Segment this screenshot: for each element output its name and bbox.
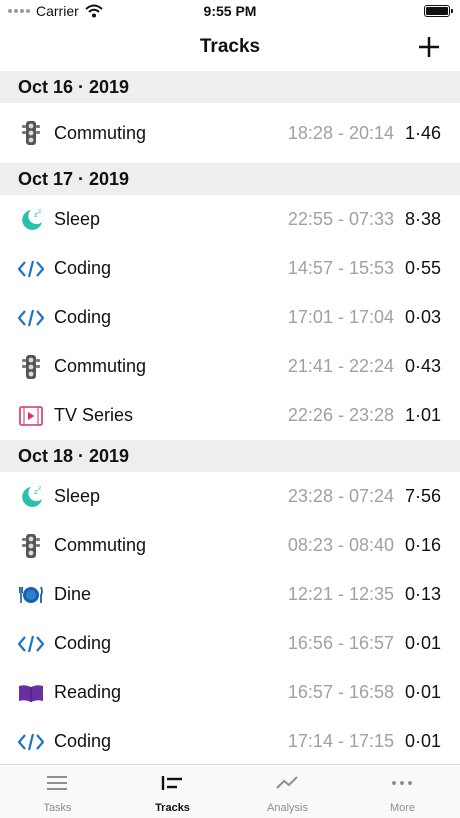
track-row[interactable]: Coding 17:01 - 17:04 0·03 (0, 293, 460, 342)
traffic-light-icon (18, 354, 44, 380)
track-row[interactable]: Coding 14:57 - 15:53 0·55 (0, 244, 460, 293)
tab-bar: Tasks Tracks Analysis More (0, 764, 460, 818)
time-range: 17:14 - 17:15 (287, 731, 394, 751)
battery-icon (424, 5, 453, 17)
time-range: 22:55 - 07:33 (287, 209, 394, 229)
code-icon (18, 305, 44, 331)
tab-label: Analysis (267, 802, 308, 814)
task-name: Sleep (54, 209, 101, 229)
duration: 0·13 (404, 584, 441, 604)
sleep-moon-icon: zz (18, 484, 44, 510)
time-range: 21:41 - 22:24 (287, 356, 394, 376)
duration: 0·01 (404, 633, 441, 653)
task-name: Coding (54, 307, 112, 327)
time-range: 12:21 - 12:35 (287, 584, 394, 604)
section-header-date: Oct 16 · 2019 (0, 71, 460, 103)
tab-more[interactable]: More (345, 765, 460, 818)
task-name: Coding (54, 258, 112, 278)
track-row[interactable]: Dine 12:21 - 12:35 0·13 (0, 570, 460, 619)
navigation-bar: Tracks (0, 24, 460, 71)
duration: 0·55 (404, 258, 441, 278)
tab-label: Tracks (155, 802, 190, 814)
time-range: 14:57 - 15:53 (287, 258, 394, 278)
tab-tasks[interactable]: Tasks (0, 765, 115, 818)
tab-label: Tasks (43, 802, 72, 814)
time-range: 16:56 - 16:57 (287, 633, 394, 653)
tab-tracks[interactable]: Tracks (115, 765, 230, 818)
time-range: 17:01 - 17:04 (287, 307, 394, 327)
task-name: Coding (54, 633, 112, 653)
duration: 0·01 (404, 731, 441, 751)
code-icon (18, 631, 44, 657)
track-row[interactable]: Commuting 18:28 - 20:14 1·46 (0, 103, 460, 163)
track-row[interactable]: z z Sleep 23:28 - 07:24 7·56 (0, 472, 460, 521)
time-range: 08:23 - 08:40 (287, 535, 394, 555)
task-name: TV Series (54, 405, 134, 425)
duration: 7·56 (404, 486, 441, 506)
time-range: 18:28 - 20:14 (287, 122, 394, 143)
trend-line-icon (275, 773, 301, 797)
ellipsis-icon (390, 773, 416, 797)
add-track-button[interactable] (414, 32, 444, 62)
duration: 1·46 (404, 122, 441, 143)
sleep-moon-icon: zz (18, 207, 44, 233)
track-row[interactable]: Coding 17:14 - 17:15 0·01 (0, 717, 460, 766)
track-row[interactable]: TV Series 22:26 - 23:28 1·01 (0, 391, 460, 440)
time-range: 16:57 - 16:58 (287, 682, 394, 702)
duration: 1·01 (404, 405, 441, 425)
task-name: Reading (54, 682, 122, 702)
duration: 0·03 (404, 307, 441, 327)
task-name: Dine (54, 584, 92, 604)
task-name: Sleep (54, 486, 101, 506)
page-title: Tracks (199, 36, 261, 57)
track-row[interactable]: z z Sleep 22:55 - 07:33 8·38 (0, 195, 460, 244)
duration: 0·43 (404, 356, 441, 376)
duration: 0·16 (404, 535, 441, 555)
tab-label: More (389, 802, 416, 814)
task-name: Commuting (54, 356, 147, 376)
track-row[interactable]: Coding 16:56 - 16:57 0·01 (0, 619, 460, 668)
status-time: 9:55 PM (203, 3, 257, 19)
traffic-light-icon (18, 120, 44, 146)
track-row[interactable]: Reading 16:57 - 16:58 0·01 (0, 668, 460, 717)
traffic-light-icon (18, 533, 44, 559)
plus-icon (419, 37, 439, 57)
section-header-date: Oct 17 · 2019 (0, 163, 460, 195)
task-name: Commuting (54, 535, 147, 555)
duration: 8·38 (404, 209, 441, 229)
tracks-icon (160, 773, 186, 797)
list-icon (45, 773, 71, 797)
task-name: Coding (54, 731, 112, 751)
tracks-list[interactable]: Oct 16 · 2019 Commuting 18:28 - 20:14 1·46 O… (0, 71, 460, 766)
plate-cutlery-icon (18, 582, 44, 608)
task-name: Commuting (54, 122, 147, 143)
tab-analysis[interactable]: Analysis (230, 765, 345, 818)
svg-text:z: z (38, 208, 41, 215)
svg-text:z: z (38, 485, 41, 492)
track-row[interactable]: Commuting 08:23 - 08:40 0·16 (0, 521, 460, 570)
time-range: 23:28 - 07:24 (287, 486, 394, 506)
book-icon (18, 680, 44, 706)
code-icon (18, 729, 44, 755)
section-header-date: Oct 18 · 2019 (0, 440, 460, 472)
film-play-icon (18, 403, 44, 429)
duration: 0·01 (404, 682, 441, 702)
track-row[interactable]: Commuting 21:41 - 22:24 0·43 (0, 342, 460, 391)
status-bar: Carrier 9:55 PM (0, 0, 460, 24)
time-range: 22:26 - 23:28 (287, 405, 394, 425)
code-icon (18, 256, 44, 282)
